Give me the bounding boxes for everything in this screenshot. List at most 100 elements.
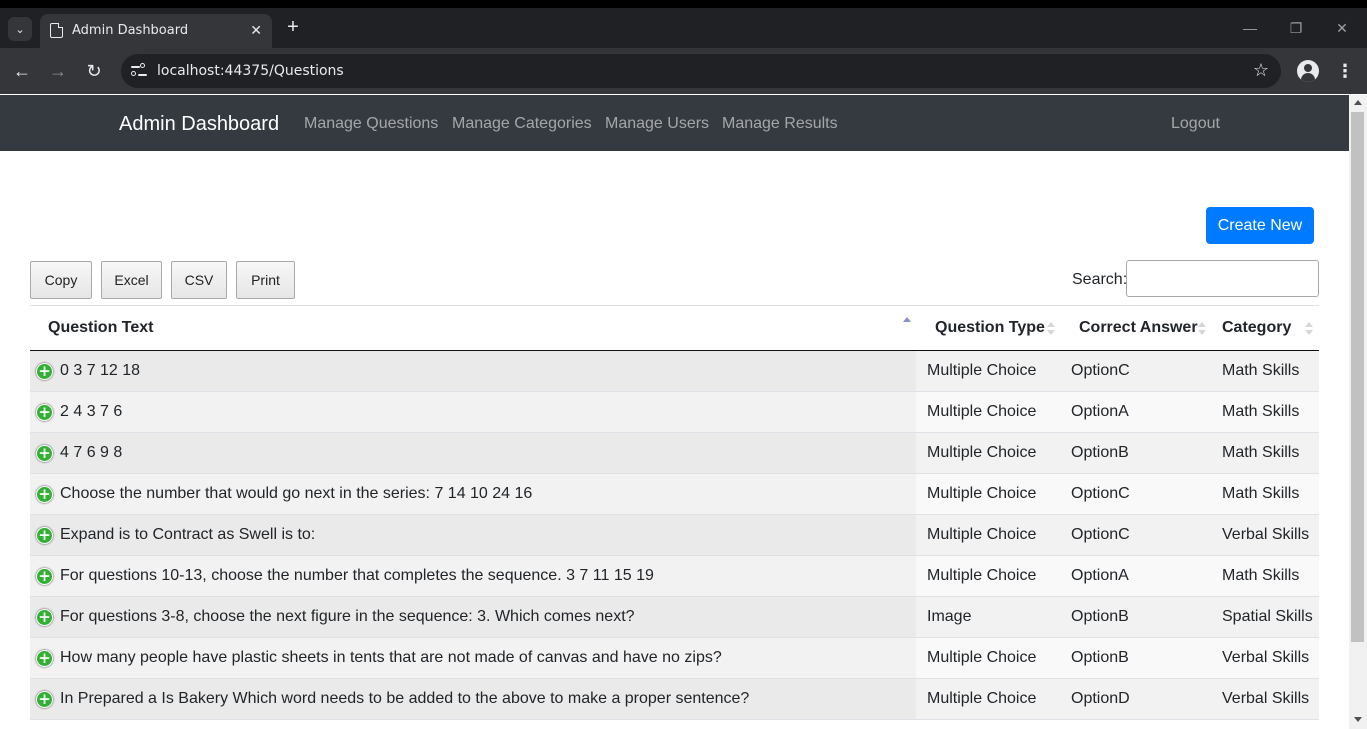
tab-strip: ⌄ Admin Dashboard ✕ + — ❐ ✕ bbox=[0, 8, 1367, 48]
plus-circle-icon[interactable]: + bbox=[36, 404, 53, 421]
print-button[interactable]: Print bbox=[236, 261, 295, 299]
browser-toolbar: ← → ↻ localhost:44375/Questions ☆ ⋮ bbox=[0, 48, 1367, 94]
page-scrollbar[interactable] bbox=[1349, 95, 1367, 729]
cell-category: Verbal Skills bbox=[1222, 649, 1310, 666]
scroll-down-icon[interactable] bbox=[1354, 717, 1362, 722]
sort-icon[interactable] bbox=[1047, 322, 1055, 336]
cell-question-type: Multiple Choice bbox=[927, 485, 1037, 502]
table-row[interactable]: + Choose the number that would go next in… bbox=[30, 474, 1319, 515]
plus-circle-icon[interactable]: + bbox=[36, 650, 53, 667]
questions-table: Question Text Question Type Correct Answ… bbox=[30, 305, 1319, 720]
restore-icon[interactable]: ❐ bbox=[1281, 18, 1311, 38]
column-header-category[interactable]: Category bbox=[1222, 319, 1291, 337]
nav-link-manage-questions[interactable]: Manage Questions bbox=[304, 114, 438, 134]
nav-link-manage-results[interactable]: Manage Results bbox=[722, 114, 838, 134]
plus-circle-icon[interactable]: + bbox=[36, 445, 53, 462]
cell-question-type: Image bbox=[927, 608, 972, 625]
cell-category: Math Skills bbox=[1222, 362, 1300, 379]
scrollbar-thumb[interactable] bbox=[1351, 112, 1364, 642]
cell-question-type: Multiple Choice bbox=[927, 403, 1037, 420]
cell-question-type: Multiple Choice bbox=[927, 649, 1037, 666]
cell-correct-answer: OptionA bbox=[1071, 567, 1129, 584]
reload-icon[interactable]: ↻ bbox=[83, 60, 105, 82]
tune-icon[interactable] bbox=[131, 63, 147, 79]
csv-button[interactable]: CSV bbox=[171, 261, 227, 299]
cell-correct-answer: OptionC bbox=[1071, 485, 1130, 502]
excel-button[interactable]: Excel bbox=[101, 261, 162, 299]
new-tab-icon[interactable]: + bbox=[282, 17, 304, 39]
close-icon[interactable]: ✕ bbox=[250, 21, 262, 39]
cell-correct-answer: OptionC bbox=[1071, 362, 1130, 379]
cell-category: Spatial Skills bbox=[1222, 608, 1313, 625]
cell-category: Math Skills bbox=[1222, 403, 1300, 420]
arrow-right-icon[interactable]: → bbox=[47, 60, 69, 82]
table-body: +0 3 7 12 18 Multiple Choice OptionC Math S… bbox=[30, 351, 1319, 720]
url-text[interactable]: localhost:44375/Questions bbox=[157, 63, 344, 79]
navbar-brand[interactable]: Admin Dashboard bbox=[119, 112, 279, 136]
browser-tab[interactable]: Admin Dashboard ✕ bbox=[40, 14, 272, 48]
table-row[interactable]: + How many people have plastic sheets in … bbox=[30, 638, 1319, 679]
table-row[interactable]: + Expand is to Contract as Swell is to: Mu… bbox=[30, 515, 1319, 556]
cell-category: Math Skills bbox=[1222, 485, 1300, 502]
table-row[interactable]: +2 4 3 7 6 Multiple Choice OptionA Math Ski… bbox=[30, 392, 1319, 433]
cell-question-text: 4 7 6 9 8 bbox=[60, 444, 123, 461]
cell-question-text: How many people have plastic sheets in t… bbox=[60, 649, 722, 666]
cell-correct-answer: OptionD bbox=[1071, 690, 1130, 707]
plus-circle-icon[interactable]: + bbox=[36, 568, 53, 585]
cell-category: Verbal Skills bbox=[1222, 690, 1310, 707]
address-bar[interactable]: localhost:44375/Questions ☆ bbox=[121, 54, 1281, 88]
logout-link[interactable]: Logout bbox=[1171, 114, 1220, 134]
table-row[interactable]: + For questions 3-8, choose the next figu… bbox=[30, 597, 1319, 638]
nav-link-manage-categories[interactable]: Manage Categories bbox=[452, 114, 592, 134]
plus-circle-icon[interactable]: + bbox=[36, 691, 53, 708]
cell-question-type: Multiple Choice bbox=[927, 690, 1037, 707]
window-top-edge bbox=[0, 0, 1367, 8]
minimize-icon[interactable]: — bbox=[1235, 18, 1265, 38]
cell-correct-answer: OptionC bbox=[1071, 526, 1130, 543]
chevron-down-icon[interactable]: ⌄ bbox=[8, 17, 32, 41]
cell-question-type: Multiple Choice bbox=[927, 444, 1037, 461]
sort-icon[interactable] bbox=[1305, 322, 1313, 336]
table-row[interactable]: +0 3 7 12 18 Multiple Choice OptionC Math S… bbox=[30, 351, 1319, 392]
sorted-column-shade bbox=[30, 351, 916, 391]
scroll-up-icon[interactable] bbox=[1354, 100, 1362, 105]
copy-button[interactable]: Copy bbox=[30, 261, 92, 299]
create-new-button[interactable]: Create New bbox=[1206, 207, 1314, 244]
plus-circle-icon[interactable]: + bbox=[36, 609, 53, 626]
plus-circle-icon[interactable]: + bbox=[36, 486, 53, 503]
column-header-question-text[interactable]: Question Text bbox=[48, 319, 154, 337]
close-icon[interactable]: ✕ bbox=[1327, 18, 1357, 38]
arrow-left-icon[interactable]: ← bbox=[11, 60, 33, 82]
table-row[interactable]: + For questions 10-13, choose the number … bbox=[30, 556, 1319, 597]
tab-title: Admin Dashboard bbox=[72, 23, 189, 38]
cell-correct-answer: OptionB bbox=[1071, 444, 1129, 461]
column-header-correct-answer[interactable]: Correct Answer bbox=[1079, 319, 1198, 337]
plus-circle-icon[interactable]: + bbox=[36, 527, 53, 544]
nav-link-manage-users[interactable]: Manage Users bbox=[605, 114, 709, 134]
document-icon bbox=[50, 23, 63, 38]
cell-correct-answer: OptionB bbox=[1071, 649, 1129, 666]
cell-correct-answer: OptionA bbox=[1071, 403, 1129, 420]
cell-question-text: For questions 10-13, choose the number t… bbox=[60, 567, 654, 584]
cell-question-text: Choose the number that would go next in … bbox=[60, 485, 533, 502]
page-content: Admin Dashboard Manage Questions Manage … bbox=[0, 95, 1349, 729]
table-header: Question Text Question Type Correct Answ… bbox=[30, 305, 1319, 351]
table-row[interactable]: + In Prepared a Is Bakery Which word need… bbox=[30, 679, 1319, 720]
cell-category: Verbal Skills bbox=[1222, 526, 1310, 543]
cell-question-type: Multiple Choice bbox=[927, 362, 1037, 379]
column-header-question-type[interactable]: Question Type bbox=[935, 319, 1045, 337]
plus-circle-icon[interactable]: + bbox=[36, 363, 53, 380]
search-label: Search: bbox=[1072, 271, 1128, 288]
top-navbar: Admin Dashboard Manage Questions Manage … bbox=[0, 95, 1349, 151]
sorted-column-shade bbox=[30, 433, 916, 473]
star-icon[interactable]: ☆ bbox=[1253, 60, 1269, 81]
table-row[interactable]: +4 7 6 9 8 Multiple Choice OptionB Math Ski… bbox=[30, 433, 1319, 474]
cell-question-type: Multiple Choice bbox=[927, 567, 1037, 584]
search-input[interactable] bbox=[1126, 260, 1319, 297]
kebab-icon[interactable]: ⋮ bbox=[1336, 60, 1354, 82]
cell-question-text: In Prepared a Is Bakery Which word needs… bbox=[60, 690, 750, 707]
sorted-column-shade bbox=[30, 392, 916, 432]
sort-ascending-icon[interactable] bbox=[903, 317, 911, 331]
sort-icon[interactable] bbox=[1198, 322, 1206, 336]
profile-icon[interactable] bbox=[1297, 60, 1319, 82]
